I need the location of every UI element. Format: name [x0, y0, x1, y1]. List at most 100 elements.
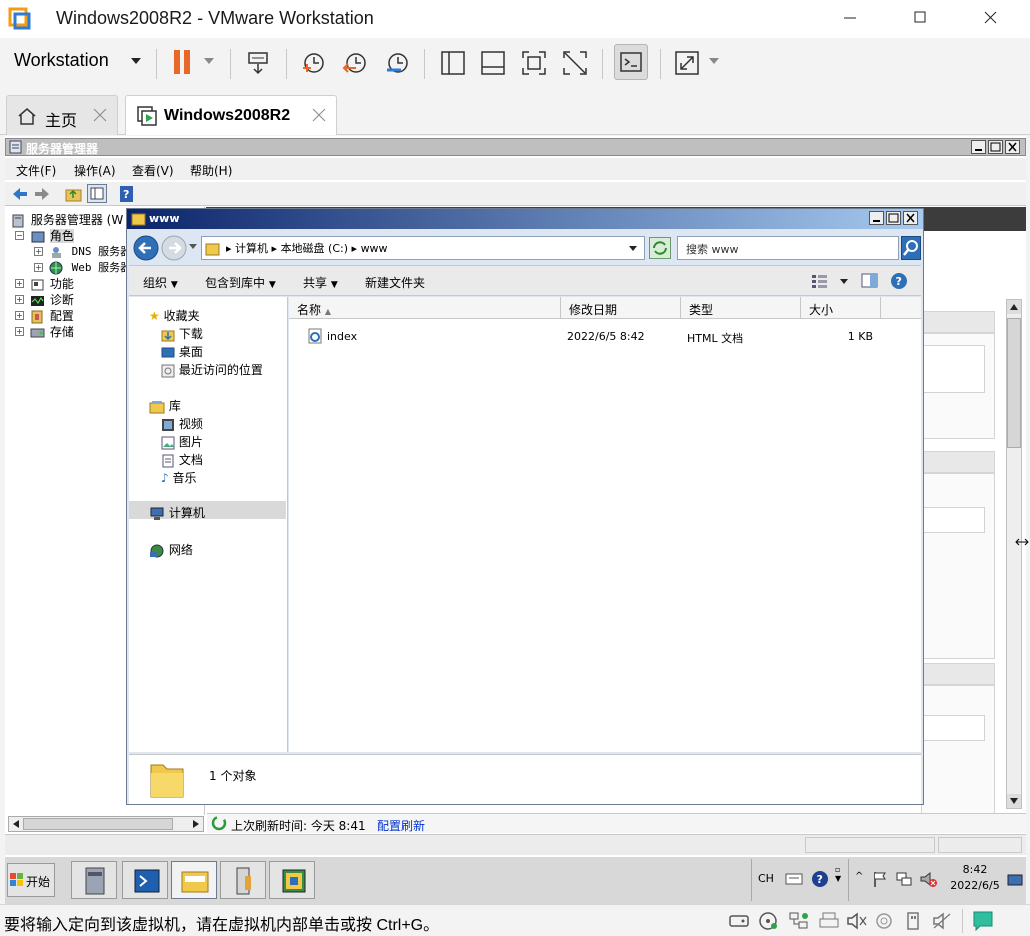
- snapshot-revert-icon[interactable]: [342, 50, 368, 76]
- forward-button-icon[interactable]: [161, 235, 187, 261]
- nav-item-downloads[interactable]: 下载: [161, 325, 203, 342]
- tree-item-configuration[interactable]: 配置: [30, 307, 74, 324]
- menu-view[interactable]: 查看(V): [132, 162, 174, 179]
- scroll-thumb[interactable]: [1007, 318, 1021, 448]
- explorer-window[interactable]: www ▸ 计算机 ▸ 本地磁盘 (C:) ▸ www 搜索 www 组织 ▼ …: [126, 208, 924, 805]
- workstation-menu[interactable]: Workstation: [14, 50, 109, 71]
- view-options-icon[interactable]: [811, 273, 829, 289]
- back-button-icon[interactable]: [133, 235, 159, 261]
- chevron-down-icon[interactable]: [839, 278, 849, 286]
- snapshot-take-icon[interactable]: [300, 50, 326, 76]
- menu-help[interactable]: 帮助(H): [190, 162, 232, 179]
- scroll-right-icon[interactable]: [189, 817, 203, 831]
- breadcrumb-www[interactable]: www: [361, 242, 388, 255]
- tree-item-dns[interactable]: DNS 服务器: [49, 243, 131, 259]
- share-button[interactable]: 共享 ▼: [303, 274, 338, 291]
- cd-dvd-icon[interactable]: [758, 911, 780, 931]
- hard-disk-icon[interactable]: [728, 911, 750, 931]
- sound-card-icon[interactable]: [846, 911, 868, 931]
- include-in-library-button[interactable]: 包含到库中 ▼: [205, 274, 276, 291]
- nav-item-computer[interactable]: 计算机: [129, 501, 286, 520]
- action-center-flag-icon[interactable]: [871, 870, 889, 888]
- taskbar-powershell[interactable]: [122, 861, 168, 899]
- chevron-down-icon[interactable]: [203, 56, 215, 66]
- up-folder-icon[interactable]: [65, 186, 83, 202]
- nav-item-libraries[interactable]: 库: [149, 397, 181, 414]
- clock-time[interactable]: 8:42: [951, 863, 999, 876]
- column-header-type[interactable]: 类型: [681, 297, 801, 319]
- preview-pane-icon[interactable]: [861, 273, 879, 289]
- chevron-down-icon[interactable]: [130, 56, 142, 66]
- expand-toggle[interactable]: +: [15, 295, 24, 304]
- expand-toggle[interactable]: +: [15, 327, 24, 336]
- console-view-button[interactable]: [614, 44, 648, 80]
- refresh-button[interactable]: [649, 237, 671, 259]
- taskbar-server-manager[interactable]: [71, 861, 117, 899]
- display-icon[interactable]: [874, 911, 896, 931]
- send-keys-icon[interactable]: [246, 50, 272, 76]
- audio-icon[interactable]: [932, 911, 954, 931]
- expand-toggle[interactable]: +: [15, 311, 24, 320]
- chevron-down-icon[interactable]: [628, 245, 638, 253]
- nav-item-music[interactable]: ♪ 音乐: [161, 469, 197, 486]
- tab-windows2008r2[interactable]: Windows2008R2: [125, 95, 337, 135]
- tab-home[interactable]: 主页: [6, 95, 118, 135]
- nav-item-documents[interactable]: 文档: [161, 451, 203, 468]
- maximize-button[interactable]: [988, 140, 1003, 154]
- tree-item-diagnostics[interactable]: 诊断: [30, 291, 74, 308]
- nav-item-pictures[interactable]: 图片: [161, 433, 203, 450]
- nav-item-favorites[interactable]: ★ 收藏夹: [149, 307, 200, 324]
- vertical-scrollbar[interactable]: [1006, 299, 1022, 809]
- show-desktop-icon[interactable]: [1007, 873, 1023, 887]
- taskbar-iis[interactable]: [269, 861, 315, 899]
- minimize-button[interactable]: [971, 140, 986, 154]
- close-button[interactable]: [903, 211, 918, 225]
- start-button[interactable]: 开始: [7, 863, 55, 897]
- message-log-icon[interactable]: [972, 910, 994, 932]
- recent-pages-icon[interactable]: [188, 243, 198, 251]
- breadcrumb-computer[interactable]: 计算机: [235, 242, 268, 255]
- snapshot-manager-icon[interactable]: [384, 50, 410, 76]
- search-icon[interactable]: [901, 236, 921, 260]
- expand-toggle[interactable]: +: [34, 263, 43, 272]
- help-icon[interactable]: ?: [119, 185, 135, 203]
- column-header-name[interactable]: 名称 ▲: [289, 297, 561, 319]
- guest-screen[interactable]: 服务器管理器 文件(F) 操作(A) 查看(V) 帮助(H) ? 服务器管理器 …: [5, 136, 1026, 904]
- menu-action[interactable]: 操作(A): [74, 162, 116, 179]
- full-screen-icon[interactable]: [521, 50, 547, 76]
- usb-icon[interactable]: [902, 911, 924, 931]
- help-icon[interactable]: ?: [811, 870, 829, 888]
- forward-arrow-icon[interactable]: [33, 186, 51, 202]
- nav-item-desktop[interactable]: 桌面: [161, 343, 203, 360]
- expand-toggle[interactable]: +: [34, 247, 43, 256]
- close-icon[interactable]: [93, 108, 107, 122]
- minimize-button[interactable]: [842, 8, 858, 28]
- search-box[interactable]: 搜索 www: [677, 236, 899, 260]
- nav-item-videos[interactable]: 视频: [161, 415, 203, 432]
- scroll-down-icon[interactable]: [1007, 794, 1021, 808]
- column-header-modified[interactable]: 修改日期: [561, 297, 681, 319]
- maximize-button[interactable]: [913, 10, 929, 26]
- show-hide-console-tree-icon[interactable]: [87, 184, 107, 203]
- address-bar[interactable]: ▸ 计算机 ▸ 本地磁盘 (C:) ▸ www: [201, 236, 645, 260]
- library-view-icon[interactable]: [440, 50, 466, 76]
- organize-button[interactable]: 组织 ▼: [143, 274, 178, 291]
- scroll-up-icon[interactable]: [1007, 300, 1021, 314]
- scroll-thumb[interactable]: [23, 818, 173, 830]
- keyboard-icon[interactable]: [785, 871, 803, 887]
- printer-icon[interactable]: [818, 911, 840, 931]
- maximize-button[interactable]: [886, 211, 901, 225]
- unity-icon[interactable]: [562, 50, 588, 76]
- close-button[interactable]: [983, 10, 999, 26]
- taskbar-explorer[interactable]: [171, 861, 217, 899]
- menu-file[interactable]: 文件(F): [16, 162, 56, 179]
- collapse-toggle[interactable]: −: [15, 231, 24, 240]
- nav-item-network[interactable]: 网络: [149, 541, 193, 558]
- column-header-size[interactable]: 大小: [801, 297, 881, 319]
- close-button[interactable]: [1005, 140, 1020, 154]
- scroll-left-icon[interactable]: [9, 817, 23, 831]
- chevron-down-icon[interactable]: [708, 56, 720, 66]
- tree-item-web[interactable]: Web 服务器: [49, 259, 131, 275]
- expand-toggle[interactable]: +: [15, 279, 24, 288]
- back-arrow-icon[interactable]: [11, 186, 29, 202]
